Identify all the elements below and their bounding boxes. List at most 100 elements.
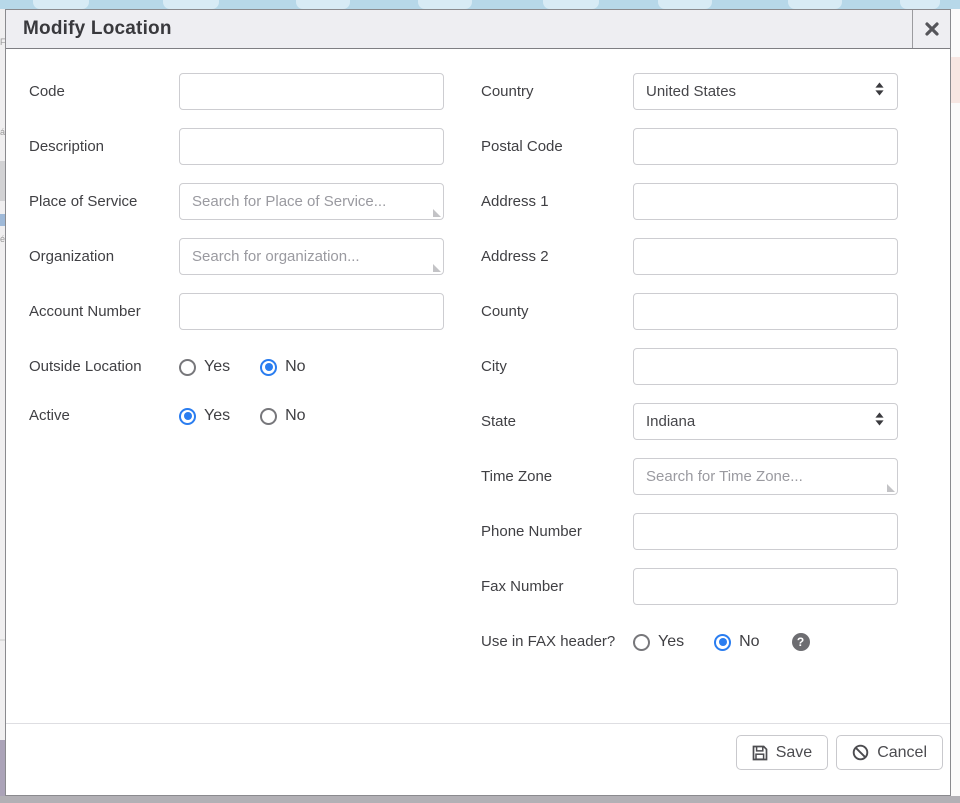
field-label: Account Number bbox=[29, 293, 179, 324]
field-label: Phone Number bbox=[481, 513, 633, 544]
form-column-left: CodeDescriptionPlace of ServiceOrganizat… bbox=[29, 73, 481, 723]
form-row-time-zone: Time Zone bbox=[481, 458, 950, 495]
organization-search-input[interactable] bbox=[179, 238, 444, 275]
form-row-phone-number: Phone Number bbox=[481, 513, 950, 550]
field-control bbox=[179, 293, 444, 330]
resize-grip-icon bbox=[887, 484, 895, 492]
address-2-input[interactable] bbox=[633, 238, 898, 275]
field-label: Code bbox=[29, 73, 179, 104]
account-number-input[interactable] bbox=[179, 293, 444, 330]
modal-body: CodeDescriptionPlace of ServiceOrganizat… bbox=[6, 49, 950, 723]
field-label: Address 2 bbox=[481, 238, 633, 269]
use-in-fax-header-radio-no[interactable] bbox=[714, 634, 731, 651]
form-column-right: Country United States Postal Code Address 1… bbox=[481, 73, 950, 723]
field-control: United States bbox=[633, 73, 898, 110]
up-down-arrows-icon bbox=[872, 81, 887, 102]
modify-location-dialog: Modify Location CodeDescriptionPlace of … bbox=[5, 9, 951, 796]
active-radio-no[interactable] bbox=[260, 408, 277, 425]
radio-label: No bbox=[285, 407, 305, 425]
field-label: Country bbox=[481, 73, 633, 104]
address-1-input[interactable] bbox=[633, 183, 898, 220]
help-icon[interactable]: ? bbox=[792, 633, 810, 651]
form-row-place-of-service: Place of Service bbox=[29, 183, 481, 220]
field-control bbox=[633, 348, 898, 385]
field-control: Yes No? bbox=[633, 623, 898, 654]
radio-option: Yes bbox=[633, 633, 684, 651]
radio-label: No bbox=[285, 358, 305, 376]
radio-option: No bbox=[714, 633, 759, 651]
form-row-address-2: Address 2 bbox=[481, 238, 950, 275]
form-row-postal-code: Postal Code bbox=[481, 128, 950, 165]
field-control: Yes No bbox=[179, 348, 444, 379]
outside-location-radio-yes[interactable] bbox=[179, 359, 196, 376]
background-page-bottom-strip bbox=[0, 796, 960, 803]
field-label: County bbox=[481, 293, 633, 324]
city-input[interactable] bbox=[633, 348, 898, 385]
state-select[interactable]: Indiana bbox=[633, 403, 898, 440]
form-row-country: Country United States bbox=[481, 73, 950, 110]
modal-header: Modify Location bbox=[6, 10, 950, 49]
field-label: Active bbox=[29, 397, 179, 428]
close-button[interactable] bbox=[912, 10, 950, 48]
use-in-fax-header-radio-yes[interactable] bbox=[633, 634, 650, 651]
save-button[interactable]: Save bbox=[736, 735, 828, 770]
form-row-outside-location: Outside Location Yes No bbox=[29, 348, 481, 379]
active-radio-yes[interactable] bbox=[179, 408, 196, 425]
field-control bbox=[179, 73, 444, 110]
field-control bbox=[633, 513, 898, 550]
form-row-account-number: Account Number bbox=[29, 293, 481, 330]
field-control bbox=[633, 238, 898, 275]
resize-grip-icon bbox=[433, 264, 441, 272]
field-label: Address 1 bbox=[481, 183, 633, 214]
form-row-active: Active Yes No bbox=[29, 397, 481, 428]
radio-option: Yes bbox=[179, 407, 230, 425]
field-label: Outside Location bbox=[29, 348, 179, 379]
field-control bbox=[179, 183, 444, 220]
form-row-fax-number: Fax Number bbox=[481, 568, 950, 605]
outside-location-radio-no[interactable] bbox=[260, 359, 277, 376]
cancel-button[interactable]: Cancel bbox=[836, 735, 943, 770]
field-label: Place of Service bbox=[29, 183, 179, 214]
postal-code-input[interactable] bbox=[633, 128, 898, 165]
floppy-disk-icon bbox=[752, 745, 768, 761]
screen: Fa á é Modify Location CodeDescriptionPl… bbox=[0, 0, 960, 803]
field-control bbox=[633, 458, 898, 495]
cancel-button-label: Cancel bbox=[877, 744, 927, 762]
resize-grip-icon bbox=[433, 209, 441, 217]
background-page-top-strip bbox=[0, 0, 960, 9]
fax-number-input[interactable] bbox=[633, 568, 898, 605]
field-label: Fax Number bbox=[481, 568, 633, 599]
field-label: Postal Code bbox=[481, 128, 633, 159]
form-row-use-in-fax-header: Use in FAX header?Yes No? bbox=[481, 623, 950, 654]
country-select[interactable]: United States bbox=[633, 73, 898, 110]
form-row-city: City bbox=[481, 348, 950, 385]
form-row-county: County bbox=[481, 293, 950, 330]
phone-number-input[interactable] bbox=[633, 513, 898, 550]
field-control bbox=[633, 568, 898, 605]
field-label: State bbox=[481, 403, 633, 434]
place-of-service-search-input[interactable] bbox=[179, 183, 444, 220]
field-control: Yes No bbox=[179, 397, 444, 428]
radio-option: No bbox=[260, 407, 305, 425]
radio-label: No bbox=[739, 633, 759, 651]
description-input[interactable] bbox=[179, 128, 444, 165]
save-button-label: Save bbox=[776, 744, 812, 762]
ban-icon bbox=[852, 744, 869, 761]
field-label: Use in FAX header? bbox=[481, 623, 633, 654]
field-control: Indiana bbox=[633, 403, 898, 440]
selected-value: United States bbox=[646, 83, 872, 100]
field-control bbox=[633, 293, 898, 330]
up-down-arrows-icon bbox=[872, 411, 887, 432]
time-zone-search-input[interactable] bbox=[633, 458, 898, 495]
background-page-right-strip bbox=[951, 9, 960, 796]
radio-label: Yes bbox=[204, 407, 230, 425]
field-control bbox=[633, 183, 898, 220]
field-control bbox=[179, 238, 444, 275]
form-row-address-1: Address 1 bbox=[481, 183, 950, 220]
code-input[interactable] bbox=[179, 73, 444, 110]
radio-label: Yes bbox=[204, 358, 230, 376]
field-control bbox=[633, 128, 898, 165]
county-input[interactable] bbox=[633, 293, 898, 330]
radio-option: Yes bbox=[179, 358, 230, 376]
form-row-organization: Organization bbox=[29, 238, 481, 275]
